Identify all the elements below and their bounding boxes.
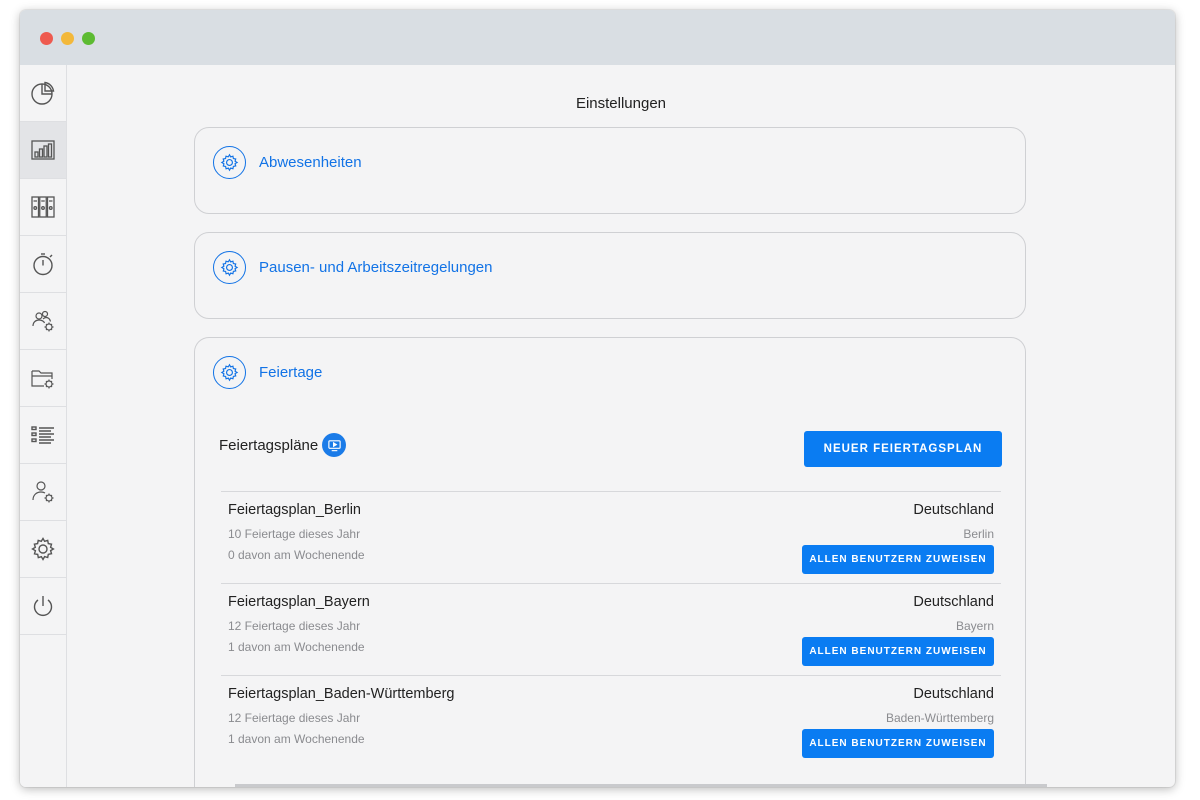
video-tutorial-icon[interactable] xyxy=(322,433,347,457)
plan-weekend-count: 1 davon am Wochenende xyxy=(228,640,365,654)
section-header[interactable]: Feiertage xyxy=(213,356,322,389)
sidebar-item-lists[interactable] xyxy=(20,407,66,464)
bar-chart-icon xyxy=(31,140,55,160)
plan-name[interactable]: Feiertagsplan_Bayern xyxy=(228,594,370,610)
folder-settings-icon xyxy=(31,370,54,389)
stopwatch-icon xyxy=(33,253,53,276)
plan-region: Baden-Württemberg xyxy=(885,711,994,725)
plan-holiday-count: 12 Feiertage dieses Jahr xyxy=(228,711,361,725)
sidebar-item-time[interactable] xyxy=(20,236,66,293)
app-window: Einstellungen Abwesenheiten Pausen- und … xyxy=(20,10,1175,787)
close-window-button[interactable] xyxy=(40,32,53,45)
sidebar-item-logout[interactable] xyxy=(20,578,66,635)
sidebar-item-settings[interactable] xyxy=(20,521,66,578)
minimize-window-button[interactable] xyxy=(61,32,74,45)
plan-region: Bayern xyxy=(955,619,994,633)
new-holiday-plan-button[interactable]: NEUER FEIERTAGSPLAN xyxy=(804,431,1002,467)
plan-region: Berlin xyxy=(963,527,994,541)
plan-country: Deutschland xyxy=(913,686,994,702)
team-settings-icon xyxy=(32,310,54,332)
section-title[interactable]: Feiertage xyxy=(259,364,322,381)
holiday-plan-list: Feiertagsplan_Berlin 10 Feiertage dieses… xyxy=(221,491,1001,767)
sidebar-item-dashboard[interactable] xyxy=(20,65,66,122)
page-title: Einstellungen xyxy=(575,95,667,112)
plan-weekend-count: 0 davon am Wochenende xyxy=(228,548,365,562)
gear-icon xyxy=(213,356,246,389)
sidebar xyxy=(20,65,67,787)
sidebar-item-reports[interactable] xyxy=(20,122,66,179)
zoom-window-button[interactable] xyxy=(82,32,95,45)
section-title[interactable]: Pausen- und Arbeitszeitregelungen xyxy=(259,259,493,276)
holiday-plans-heading: Feiertagspläne xyxy=(219,433,347,457)
pie-chart-icon xyxy=(31,81,55,105)
plan-name[interactable]: Feiertagsplan_Berlin xyxy=(228,502,361,518)
list-item: Feiertagsplan_Baden-Württemberg 12 Feier… xyxy=(221,675,1001,767)
list-item: Feiertagsplan_Berlin 10 Feiertage dieses… xyxy=(221,491,1001,583)
assign-all-users-button[interactable]: ALLEN BENUTZERN ZUWEISEN xyxy=(802,545,994,574)
horizontal-scrollbar[interactable] xyxy=(235,784,1047,787)
gear-icon xyxy=(31,537,55,561)
section-absences[interactable]: Abwesenheiten xyxy=(194,127,1026,214)
section-header[interactable]: Pausen- und Arbeitszeitregelungen xyxy=(213,251,493,284)
sidebar-item-user-settings[interactable] xyxy=(20,464,66,521)
assign-all-users-button[interactable]: ALLEN BENUTZERN ZUWEISEN xyxy=(802,729,994,758)
main-content: Einstellungen Abwesenheiten Pausen- und … xyxy=(67,65,1175,787)
sidebar-item-team-settings[interactable] xyxy=(20,293,66,350)
gear-icon xyxy=(213,251,246,284)
list-icon xyxy=(31,426,54,444)
section-break-rules[interactable]: Pausen- und Arbeitszeitregelungen xyxy=(194,232,1026,319)
sidebar-item-records[interactable] xyxy=(20,179,66,236)
plan-name[interactable]: Feiertagsplan_Baden-Württemberg xyxy=(228,686,454,702)
plan-holiday-count: 12 Feiertage dieses Jahr xyxy=(228,619,361,633)
sidebar-item-folder-settings[interactable] xyxy=(20,350,66,407)
title-bar xyxy=(20,10,1175,65)
gear-icon xyxy=(213,146,246,179)
holiday-plans-label: Feiertagspläne xyxy=(219,436,319,454)
plan-country: Deutschland xyxy=(913,594,994,610)
section-holidays: Feiertage Feiertagspläne NEUER FEIERTAGS… xyxy=(194,337,1026,787)
assign-all-users-button[interactable]: ALLEN BENUTZERN ZUWEISEN xyxy=(802,637,994,666)
plan-weekend-count: 1 davon am Wochenende xyxy=(228,732,365,746)
plan-holiday-count: 10 Feiertage dieses Jahr xyxy=(228,527,361,541)
user-settings-icon xyxy=(32,481,54,503)
plan-country: Deutschland xyxy=(913,502,994,518)
list-item: Feiertagsplan_Bayern 12 Feiertage dieses… xyxy=(221,583,1001,675)
section-header[interactable]: Abwesenheiten xyxy=(213,146,362,179)
power-icon xyxy=(33,596,53,617)
section-title[interactable]: Abwesenheiten xyxy=(259,154,362,171)
binders-icon xyxy=(31,196,55,218)
